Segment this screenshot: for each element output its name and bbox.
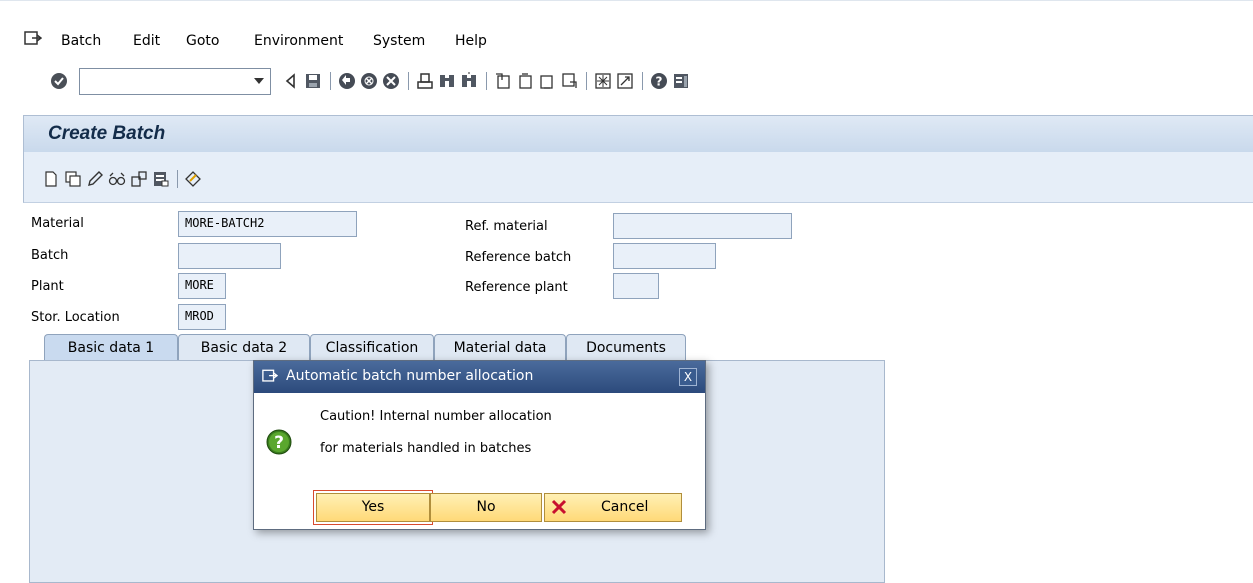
shortcut-icon[interactable] [616,72,634,90]
toolbar-separator [586,72,587,90]
toolbar-separator [330,72,331,90]
exit-icon[interactable] [360,72,378,90]
stor-location-label: Stor. Location [31,310,120,325]
last-page-icon[interactable] [560,72,578,90]
dialog-message-line-1: Caution! Internal number allocation [320,409,552,424]
print-icon[interactable] [416,72,434,90]
dialog-message-line-2: for materials handled in batches [320,441,532,456]
reference-batch-field[interactable] [613,243,716,269]
menu-icon[interactable] [24,31,42,47]
change-icon[interactable] [86,170,104,188]
cancel-icon[interactable] [382,72,400,90]
svg-text:?: ? [274,433,284,453]
toolbar-separator [486,72,487,90]
ref-material-field[interactable] [613,213,792,239]
toolbar-separator [642,72,643,90]
application-toolbar [23,152,1253,203]
no-button[interactable]: No [430,493,542,522]
copy-icon[interactable] [64,170,82,188]
find-icon[interactable] [438,72,456,90]
tab-basic-data-1[interactable]: Basic data 1 [44,334,178,361]
batch-field[interactable] [178,243,281,269]
dialog-title: Automatic batch number allocation [286,368,534,384]
first-page-icon[interactable] [494,72,512,90]
tab-material-data[interactable]: Material data [434,334,566,361]
ref-material-label: Ref. material [465,219,548,234]
toolbar-separator [177,170,178,188]
close-icon[interactable]: X [679,368,697,386]
enter-icon[interactable] [50,72,68,90]
reference-plant-label: Reference plant [465,280,568,295]
next-page-icon[interactable] [538,72,556,90]
customize-layout-icon[interactable] [672,72,690,90]
cancel-button[interactable]: Cancel [544,493,682,522]
svg-text:?: ? [656,75,663,89]
create-session-icon[interactable] [594,72,612,90]
back-icon[interactable] [282,72,300,90]
batch-allocation-dialog: Automatic batch number allocation X ? Ca… [253,360,706,530]
material-field[interactable]: MORE-BATCH2 [178,211,357,237]
menu-goto[interactable]: Goto [186,33,219,49]
cancel-x-icon [551,499,567,515]
stor-location-field[interactable]: MROD [178,304,226,330]
list-icon[interactable] [152,170,170,188]
menu-batch[interactable]: Batch [61,33,101,49]
menu-bar: Batch Edit Goto Environment System Help [0,0,1253,72]
chevron-down-icon[interactable] [254,78,264,84]
back-arrow-icon[interactable] [338,72,356,90]
reference-plant-field[interactable] [613,273,659,299]
question-icon: ? [266,429,292,455]
title-bar: Create Batch [23,115,1253,152]
cancel-button-label: Cancel [601,499,649,515]
previous-page-icon[interactable] [516,72,534,90]
other-object-icon[interactable] [184,170,202,188]
menu-help[interactable]: Help [455,33,487,49]
help-icon[interactable]: ? [650,72,668,90]
save-icon[interactable] [304,72,322,90]
toolbar-separator [408,72,409,90]
dialog-title-bar: Automatic batch number allocation X [254,361,705,393]
material-label: Material [31,216,84,231]
menu-system[interactable]: System [373,33,425,49]
display-icon[interactable] [108,170,126,188]
tab-basic-data-2[interactable]: Basic data 2 [178,334,310,361]
yes-button[interactable]: Yes [313,490,433,525]
create-icon[interactable] [42,170,60,188]
plant-label: Plant [31,279,64,294]
plant-field[interactable]: MORE [178,273,226,299]
tab-classification[interactable]: Classification [310,334,434,361]
command-field[interactable] [79,68,271,95]
tab-documents[interactable]: Documents [566,334,686,361]
menu-environment[interactable]: Environment [254,33,343,49]
find-next-icon[interactable] [460,72,478,90]
page-title: Create Batch [48,123,166,144]
dialog-menu-icon[interactable] [262,369,278,384]
menu-edit[interactable]: Edit [133,33,160,49]
where-used-icon[interactable] [130,170,148,188]
reference-batch-label: Reference batch [465,250,572,265]
batch-label: Batch [31,248,69,263]
